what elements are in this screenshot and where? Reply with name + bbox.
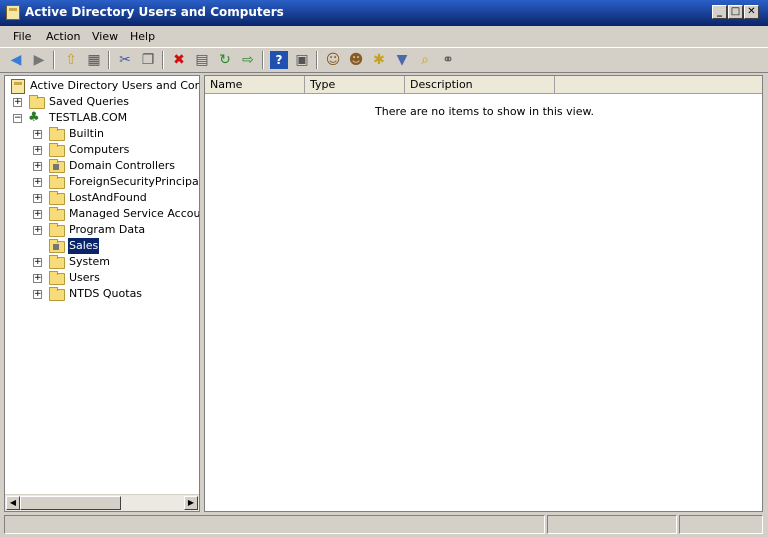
close-button[interactable]: ✕ [744,5,759,19]
expand-icon[interactable]: + [33,162,42,171]
expand-icon[interactable]: + [33,258,42,267]
empty-list-message: There are no items to show in this view. [375,105,594,118]
folder-icon [49,287,65,301]
column-header-name[interactable]: Name [205,76,305,94]
tree-item-label: Saved Queries [49,95,129,108]
help-icon[interactable]: ? [270,51,288,69]
folder-icon [49,143,65,157]
expand-icon[interactable]: + [33,130,42,139]
show-action-pane-icon[interactable]: ▣ [293,51,311,69]
status-bar [0,514,768,537]
expand-icon[interactable]: + [33,146,42,155]
tree-root-label: Active Directory Users and Comput [30,79,199,92]
add-ou-icon[interactable]: ✱ [370,51,388,69]
delete-icon[interactable]: ✖ [170,51,188,69]
scroll-right-button[interactable]: ▶ [184,496,198,510]
folder-icon [49,175,65,189]
status-cell-3 [679,515,763,534]
menu-file[interactable]: File [13,30,31,43]
folder-icon [49,127,65,141]
cut-icon[interactable]: ✂ [116,51,134,69]
add-user-icon[interactable]: ☺ [324,51,342,69]
tree-item-label: TESTLAB.COM [49,111,128,124]
menu-help[interactable]: Help [130,30,155,43]
folder-icon [49,271,65,285]
expand-icon[interactable]: + [33,194,42,203]
tree-item-label: Computers [69,143,130,156]
back-icon[interactable]: ◀ [7,51,25,69]
app-icon[interactable] [6,5,20,20]
tree-item-label: Builtin [69,127,104,140]
menu-bar: File Action View Help [0,26,768,46]
toolbar-separator [53,51,55,69]
export-list-icon[interactable]: ⇨ [239,51,257,69]
show-console-tree-icon[interactable]: ▦ [85,51,103,69]
ou-folder-icon [49,159,65,173]
tree-item-label: Domain Controllers [69,159,176,172]
tree-horizontal-scrollbar[interactable]: ◀ ▶ [5,494,199,511]
scroll-thumb[interactable] [20,496,121,510]
properties-icon[interactable]: ▤ [193,51,211,69]
add-group-icon[interactable]: ☻ [347,51,365,69]
tree-item-label: Sales [68,238,100,254]
menu-action[interactable]: Action [46,30,80,43]
collapse-icon[interactable]: − [13,114,22,123]
column-header-filler [555,76,762,94]
maximize-button[interactable]: □ [728,5,743,19]
column-header-description[interactable]: Description [405,76,555,94]
tree-item-label: System [69,255,111,268]
title-bar: Active Directory Users and Computers _ □… [0,0,768,26]
toolbar-separator [108,51,110,69]
window-title: Active Directory Users and Computers [25,5,284,19]
scroll-left-button[interactable]: ◀ [6,496,20,510]
forward-icon[interactable]: ▶ [30,51,48,69]
tree-item-label: ForeignSecurityPrincipals [69,175,200,188]
folder-icon [29,95,45,109]
minimize-button[interactable]: _ [712,5,727,19]
domain-icon: ♣ [28,110,40,125]
expand-icon[interactable]: + [33,210,42,219]
toolbar: ◀ ▶ ⇧ ▦ ✂ ❐ ✖ ▤ ↻ ⇨ ? ▣ ☺ ☻ ✱ ▼ ⌕ ⚭ [0,47,768,73]
filter-icon[interactable]: ▼ [393,51,411,69]
toolbar-separator [316,51,318,69]
tree-item-label: Managed Service Accounts [69,207,200,220]
console-tree[interactable]: Active Directory Users and Comput + Save… [4,75,200,512]
ou-badge-icon [53,164,59,170]
expand-icon[interactable]: + [33,274,42,283]
snapin-icon [11,79,25,94]
toolbar-separator [162,51,164,69]
add-members-icon[interactable]: ⚭ [439,51,457,69]
folder-icon [49,207,65,221]
tree-item-label: Users [69,271,100,284]
column-header-type[interactable]: Type [305,76,405,94]
ou-badge-icon [53,244,59,250]
expand-icon[interactable]: + [33,290,42,299]
refresh-icon[interactable]: ↻ [216,51,234,69]
folder-icon [49,255,65,269]
toolbar-separator [262,51,264,69]
expand-icon[interactable]: + [33,226,42,235]
status-cell-main [4,515,545,534]
expand-icon[interactable]: + [33,178,42,187]
copy-icon[interactable]: ❐ [139,51,157,69]
results-list[interactable]: Name Type Description There are no items… [204,75,763,512]
up-folder-icon[interactable]: ⇧ [62,51,80,69]
status-cell-2 [547,515,677,534]
folder-icon [49,191,65,205]
folder-icon [49,223,65,237]
find-icon[interactable]: ⌕ [416,51,434,69]
tree-item-label: Program Data [69,223,146,236]
tree-item-label: LostAndFound [69,191,147,204]
menu-view[interactable]: View [92,30,118,43]
expand-icon[interactable]: + [13,98,22,107]
tree-item-label: NTDS Quotas [69,287,143,300]
ou-folder-icon [49,239,65,253]
